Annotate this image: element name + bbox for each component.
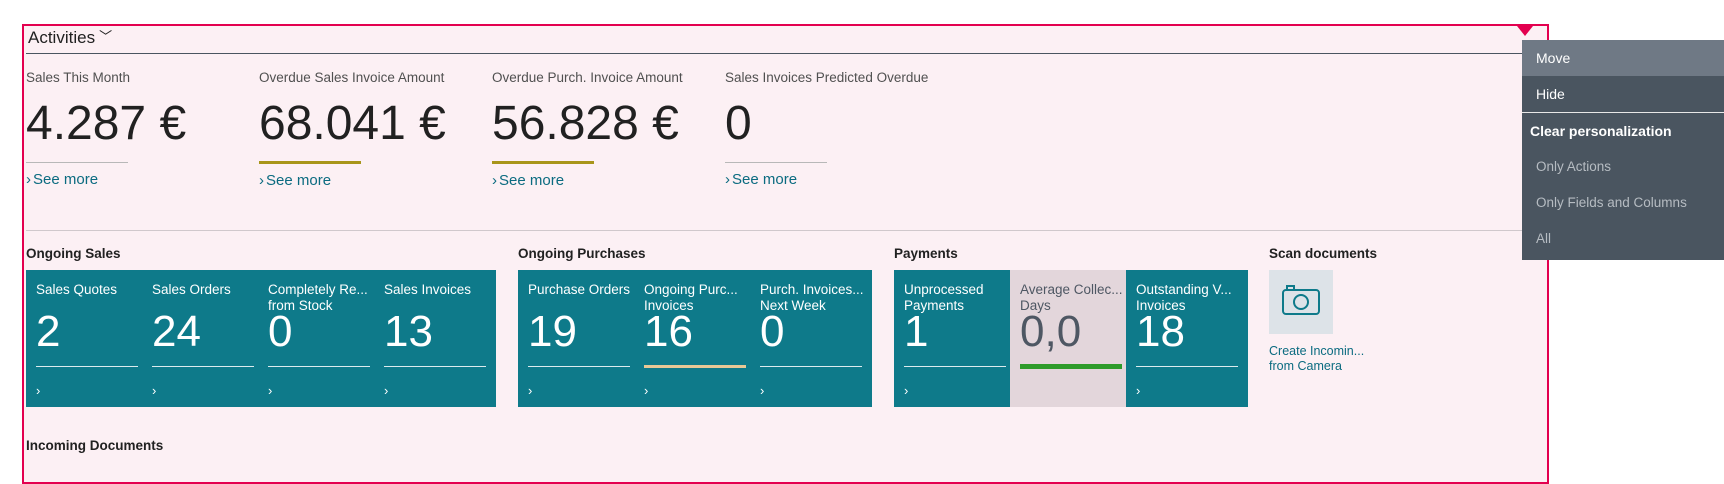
tile-value: 16 — [644, 307, 693, 356]
title-divider — [26, 53, 1545, 54]
see-more-label: See more — [33, 171, 99, 188]
tile-sales-quotes[interactable]: Sales Quotes 2 › — [26, 270, 148, 407]
see-more-label: See more — [732, 171, 798, 188]
tile-value: 0 — [760, 307, 785, 356]
personalization-marker-icon[interactable] — [1517, 26, 1533, 36]
chevron-right-icon: › — [528, 383, 533, 398]
tile-ongoing-purchase-invoices[interactable]: Ongoing Purc... Invoices 16 › — [634, 270, 756, 407]
kpi-sales-invoices-predicted-overdue: Sales Invoices Predicted Overdue 0 › See … — [725, 70, 955, 188]
menu-heading-clear-personalization: Clear personalization — [1530, 123, 1672, 139]
see-more-link[interactable]: › See more — [26, 171, 256, 188]
chevron-right-icon: › — [760, 383, 765, 398]
tile-indicator — [1136, 366, 1238, 367]
group-title-scan-documents: Scan documents — [1269, 246, 1378, 261]
chevron-right-icon: › — [644, 383, 649, 398]
tile-value: 0 — [268, 307, 293, 356]
chevron-right-icon: › — [492, 172, 497, 189]
tile-indicator — [268, 366, 370, 367]
group-title-ongoing-purchases: Ongoing Purchases — [518, 246, 646, 261]
see-more-label: See more — [499, 172, 565, 189]
menu-item-only-fields-and-columns[interactable]: Only Fields and Columns — [1522, 185, 1724, 221]
tile-value: 19 — [528, 307, 577, 356]
tile-label: Sales Quotes — [36, 282, 118, 297]
kpi-indicator — [259, 161, 361, 164]
kpi-overdue-sales-invoice: Overdue Sales Invoice Amount 68.041 € › S… — [259, 70, 489, 189]
chevron-right-icon: › — [259, 172, 264, 189]
tile-value: 2 — [36, 307, 61, 356]
chevron-right-icon: › — [384, 383, 389, 398]
activities-title[interactable]: Activities ﹀ — [28, 26, 112, 48]
group-title-payments: Payments — [894, 246, 958, 261]
tile-purch-invoices-next-week[interactable]: Purch. Invoices... Next Week 0 › — [750, 270, 872, 407]
kpi-value[interactable]: 0 — [725, 100, 955, 148]
see-more-label: See more — [266, 172, 332, 189]
kpi-label: Sales Invoices Predicted Overdue — [725, 70, 929, 85]
kpi-indicator — [725, 162, 827, 163]
tile-sales-invoices[interactable]: Sales Invoices 13 › — [374, 270, 496, 407]
create-incoming-from-camera-button[interactable] — [1269, 270, 1333, 334]
see-more-link[interactable]: › See more — [725, 171, 955, 188]
tile-indicator — [1020, 364, 1122, 369]
tile-value: 0,0 — [1020, 307, 1082, 356]
kpi-sales-this-month: Sales This Month 4.287 € › See more — [26, 70, 256, 188]
group-title-incoming-documents: Incoming Documents — [26, 438, 164, 453]
chevron-right-icon: › — [26, 171, 31, 188]
tile-sales-orders[interactable]: Sales Orders 24 › — [142, 270, 264, 407]
tile-indicator — [384, 366, 486, 367]
tile-value: 24 — [152, 307, 201, 356]
see-more-link[interactable]: › See more — [259, 172, 489, 189]
kpi-indicator — [26, 162, 128, 163]
tile-value: 18 — [1136, 307, 1185, 356]
chevron-right-icon: › — [152, 383, 157, 398]
personalization-context-menu: Move Hide Clear personalization Only Act… — [1522, 40, 1724, 260]
chevron-right-icon: › — [268, 383, 273, 398]
tile-label: Purchase Orders — [528, 282, 631, 297]
camera-icon — [1282, 285, 1320, 315]
menu-item-all[interactable]: All — [1522, 221, 1724, 257]
see-more-link[interactable]: › See more — [492, 172, 722, 189]
activities-part[interactable]: Activities ﹀ Sales This Month 4.287 € › Se… — [22, 24, 1549, 484]
kpi-value[interactable]: 68.041 € — [259, 100, 489, 148]
create-incoming-from-camera-link[interactable]: Create Incomin... from Camera — [1269, 344, 1379, 374]
tile-label: Sales Invoices — [384, 282, 472, 297]
chevron-right-icon: › — [36, 383, 41, 398]
tile-indicator — [36, 366, 138, 367]
tile-value: 1 — [904, 307, 929, 356]
section-divider — [26, 230, 1545, 231]
menu-item-only-actions[interactable]: Only Actions — [1522, 149, 1724, 185]
group-title-ongoing-sales: Ongoing Sales — [26, 246, 121, 261]
tile-average-collection-days[interactable]: Average Collec... Days 0,0 — [1010, 270, 1132, 407]
tile-outstanding-vendor-invoices[interactable]: Outstanding V... Invoices 18 › — [1126, 270, 1248, 407]
menu-item-move[interactable]: Move — [1522, 40, 1724, 76]
tile-value: 13 — [384, 307, 433, 356]
tile-completely-reserved-from-stock[interactable]: Completely Re... from Stock 0 › — [258, 270, 380, 407]
tile-indicator — [528, 366, 630, 367]
tile-indicator — [760, 366, 862, 367]
chevron-right-icon: › — [904, 383, 909, 398]
tile-unprocessed-payments[interactable]: Unprocessed Payments 1 › — [894, 270, 1016, 407]
activities-title-text: Activities — [28, 28, 96, 47]
kpi-overdue-purch-invoice: Overdue Purch. Invoice Amount 56.828 € ›… — [492, 70, 722, 189]
tile-indicator — [152, 366, 254, 367]
kpi-value[interactable]: 56.828 € — [492, 100, 722, 148]
chevron-down-icon[interactable]: ﹀ — [99, 26, 112, 45]
kpi-value[interactable]: 4.287 € — [26, 100, 256, 148]
tile-indicator — [904, 366, 1006, 367]
chevron-right-icon: › — [725, 171, 730, 188]
chevron-right-icon: › — [1136, 383, 1141, 398]
tile-purchase-orders[interactable]: Purchase Orders 19 › — [518, 270, 640, 407]
tile-label: Sales Orders — [152, 282, 231, 297]
kpi-indicator — [492, 161, 594, 164]
menu-item-hide[interactable]: Hide — [1522, 76, 1724, 112]
tile-indicator — [644, 365, 746, 368]
